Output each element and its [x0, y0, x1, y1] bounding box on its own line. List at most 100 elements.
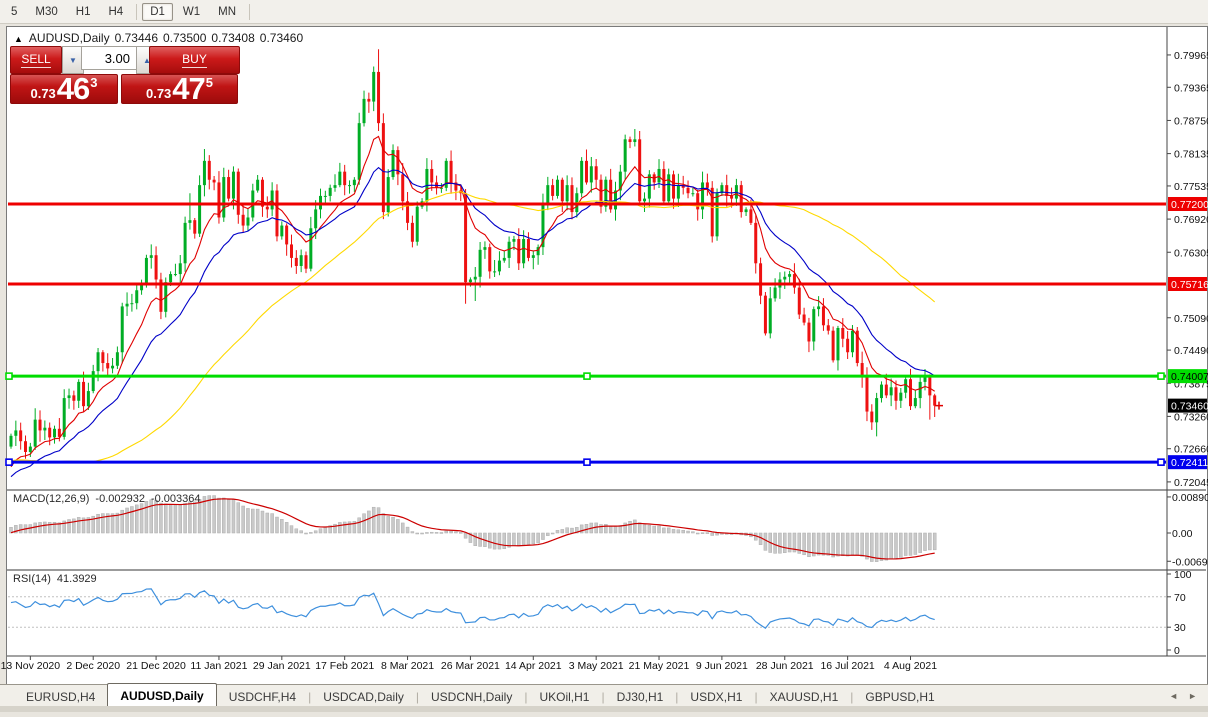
window-footer [0, 706, 1208, 712]
macd-bar [130, 507, 133, 533]
macd-bar [188, 502, 191, 533]
macd-bar [459, 532, 462, 533]
candle [648, 174, 651, 198]
tab-xauusd-h1[interactable]: XAUUSD,H1 [758, 687, 851, 707]
candle [561, 180, 564, 202]
buy-button[interactable]: BUY [149, 46, 240, 74]
candle [624, 139, 627, 171]
sell-button[interactable]: SELL [10, 46, 62, 74]
hline-handle[interactable] [584, 373, 590, 379]
macd-bar [851, 533, 854, 555]
candle [72, 395, 75, 400]
candle [788, 274, 791, 277]
hline-handle[interactable] [6, 459, 12, 465]
macd-bar [19, 525, 22, 533]
main-price-pane[interactable] [6, 49, 1166, 476]
tab-usdchf-h4[interactable]: USDCHF,H4 [217, 687, 308, 707]
macd-bar [184, 503, 187, 533]
tab-usdx-h1[interactable]: USDX,H1 [678, 687, 754, 707]
hline-handle[interactable] [1158, 459, 1164, 465]
macd-bar [300, 531, 303, 533]
candle [798, 288, 801, 315]
axis-tick-label: 0.74490 [1174, 345, 1208, 357]
macd-bar [832, 533, 835, 557]
macd-bar [140, 504, 143, 533]
macd-bar [890, 533, 893, 559]
date-label: 13 Nov 2020 [1, 660, 61, 672]
volume-input[interactable]: 3.00 [81, 46, 137, 70]
timeframe-button-m30[interactable]: M30 [27, 3, 65, 21]
macd-bar [924, 533, 927, 551]
timeframe-button-h1[interactable]: H1 [68, 3, 99, 21]
rsi-pane[interactable] [8, 589, 1166, 628]
macd-pane[interactable] [10, 496, 937, 562]
macd-bar [759, 533, 762, 545]
macd-bar [372, 507, 375, 533]
buy-price-display[interactable]: 0.73 47 5 [121, 74, 238, 104]
collapse-triangle-icon[interactable]: ▲ [14, 34, 23, 44]
macd-bar [251, 509, 254, 533]
macd-bar [667, 528, 670, 533]
candle [870, 412, 873, 423]
tab-scroll-left-icon[interactable]: ◄ [1164, 691, 1183, 701]
candle [725, 185, 728, 196]
tab-usdcnh-daily[interactable]: USDCNH,Daily [419, 687, 524, 707]
price-axis[interactable]: 0.79965 0.79365 0.78750 0.78135 0.77535 … [1167, 50, 1208, 657]
candle [633, 139, 636, 142]
candle [696, 193, 699, 209]
macd-bar [904, 533, 907, 556]
macd-bar [701, 533, 704, 534]
candle [880, 385, 883, 398]
macd-bar [841, 533, 844, 556]
macd-bar [609, 526, 612, 533]
tab-eurusd-h4[interactable]: EURUSD,H4 [14, 687, 107, 707]
candle [145, 258, 148, 285]
tab-dj30-h1[interactable]: DJ30,H1 [605, 687, 676, 707]
hline-handle[interactable] [1158, 373, 1164, 379]
timeframe-button-5[interactable]: 5 [3, 3, 25, 21]
timeframe-button-mn[interactable]: MN [210, 3, 244, 21]
macd-bar [164, 504, 167, 533]
candle [97, 352, 100, 371]
macd-bar [682, 530, 685, 533]
tab-scroll-right-icon[interactable]: ► [1183, 691, 1202, 701]
candle [92, 371, 95, 391]
macd-bar [338, 522, 341, 533]
macd-bar [430, 532, 433, 533]
candle [861, 363, 864, 376]
timeframe-button-h4[interactable]: H4 [100, 3, 131, 21]
candle [488, 247, 491, 271]
date-axis[interactable]: 13 Nov 2020 2 Dec 2020 21 Dec 2020 11 Ja… [1, 656, 938, 672]
macd-bar [532, 533, 535, 544]
macd-bar [314, 531, 317, 533]
macd-bar [126, 508, 129, 533]
macd-bar [624, 523, 627, 533]
candle [672, 174, 675, 198]
macd-bar [392, 517, 395, 533]
timeframe-button-w1[interactable]: W1 [175, 3, 208, 21]
macd-bar [909, 533, 912, 555]
macd-bar [894, 533, 897, 559]
macd-value-1: -0.002932 [95, 493, 145, 505]
tab-gbpusd-h1[interactable]: GBPUSD,H1 [853, 687, 946, 707]
macd-bar [280, 519, 283, 533]
macd-bar [285, 522, 288, 533]
candle [82, 382, 85, 406]
candle [266, 207, 269, 210]
macd-bar [43, 522, 46, 533]
tab-ukoil-h1[interactable]: UKOil,H1 [527, 687, 601, 707]
chart-tab-bar: EURUSD,H4AUDUSD,DailyUSDCHF,H4|USDCAD,Da… [0, 684, 1208, 707]
tab-usdcad-daily[interactable]: USDCAD,Daily [311, 687, 416, 707]
candle [812, 309, 815, 341]
candle [188, 220, 191, 223]
macd-bar [48, 522, 51, 533]
timeframe-button-d1[interactable]: D1 [142, 3, 173, 21]
candle [716, 193, 719, 236]
macd-bar [861, 533, 864, 556]
hline-handle[interactable] [584, 459, 590, 465]
tab-audusd-daily[interactable]: AUDUSD,Daily [107, 683, 216, 707]
chart-canvas[interactable]: 0.79965 0.79365 0.78750 0.78135 0.77535 … [0, 0, 1208, 712]
hline-handle[interactable] [6, 373, 12, 379]
sell-price-main: 46 [57, 76, 89, 102]
sell-price-display[interactable]: 0.73 46 3 [10, 74, 118, 104]
